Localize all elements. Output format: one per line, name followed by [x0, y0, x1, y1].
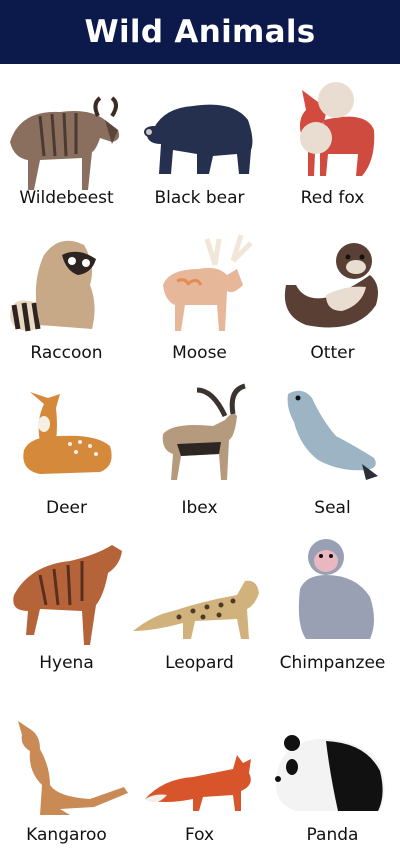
animal-card-black-bear: Black bear — [133, 80, 266, 215]
animal-card-wildebeest: Wildebeest — [0, 80, 133, 215]
raccoon-icon — [10, 240, 96, 332]
kangaroo-icon — [18, 721, 128, 815]
moose-icon — [163, 234, 253, 331]
leopard-icon — [133, 580, 259, 639]
wildebeest-icon — [10, 96, 120, 190]
title-banner: Wild Animals — [0, 0, 400, 64]
hyena-icon — [13, 545, 122, 645]
animal-name: Seal — [314, 498, 351, 518]
ibex-icon — [162, 383, 246, 480]
animal-card-deer: Deer — [0, 380, 133, 525]
animal-card-red-fox: Red fox — [266, 80, 399, 215]
otter-icon — [284, 243, 378, 328]
fox-icon — [145, 755, 251, 811]
black-bear-icon — [144, 104, 253, 174]
animal-card-fox: Fox — [133, 715, 266, 857]
animal-card-seal: Seal — [266, 380, 399, 525]
animal-name: Moose — [172, 343, 227, 363]
animal-name: Otter — [310, 343, 355, 363]
animal-name: Deer — [46, 498, 87, 518]
animal-name: Ibex — [181, 498, 218, 518]
animal-name: Chimpanzee — [279, 653, 386, 673]
animal-name: Leopard — [165, 653, 234, 673]
panda-icon — [275, 735, 385, 811]
animal-card-raccoon: Raccoon — [0, 225, 133, 370]
animal-name: Raccoon — [30, 343, 103, 363]
red-fox-icon — [300, 82, 375, 176]
seal-icon — [287, 390, 378, 480]
deer-icon — [23, 392, 112, 474]
chimpanzee-icon — [298, 539, 374, 639]
animal-card-otter: Otter — [266, 225, 399, 370]
animal-name: Hyena — [39, 653, 94, 673]
animal-name: Red fox — [300, 188, 365, 208]
animal-card-hyena: Hyena — [0, 535, 133, 680]
animal-name: Wildebeest — [19, 188, 114, 208]
animal-card-panda: Panda — [266, 715, 399, 857]
animal-card-leopard: Leopard — [133, 535, 266, 680]
animal-name: Kangaroo — [26, 825, 107, 845]
animal-card-chimpanzee: Chimpanzee — [266, 535, 399, 680]
animal-name: Fox — [184, 825, 215, 845]
animal-card-ibex: Ibex — [133, 380, 266, 525]
page-title: Wild Animals — [84, 14, 316, 50]
animal-card-moose: Moose — [133, 225, 266, 370]
animal-name: Panda — [306, 825, 359, 845]
animal-name: Black bear — [154, 188, 245, 208]
animal-card-kangaroo: Kangaroo — [0, 715, 133, 857]
